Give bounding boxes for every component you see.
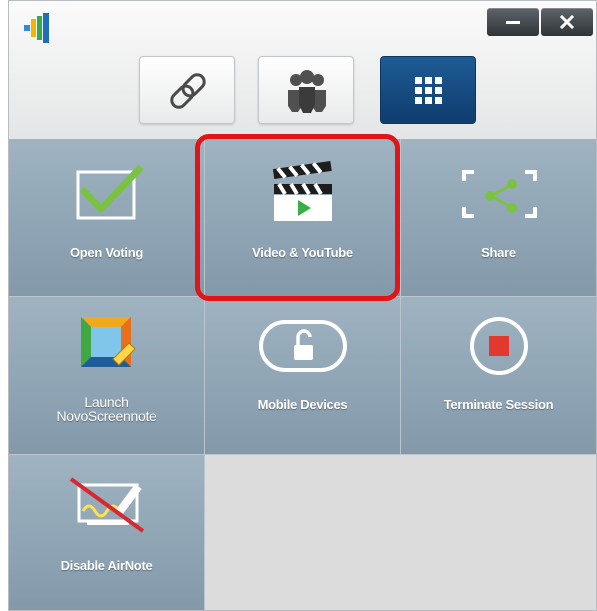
terminate-session-tile[interactable]: Terminate Session (401, 297, 596, 455)
mobile-devices-tile[interactable]: Mobile Devices (205, 297, 401, 455)
link-icon (170, 73, 206, 109)
link-mode-button[interactable] (139, 56, 235, 124)
users-group-icon (288, 70, 326, 113)
close-button[interactable] (541, 8, 593, 36)
tile-label: Video & YouTube (252, 245, 353, 260)
tile-label: Mobile Devices (257, 397, 348, 412)
minimize-icon (506, 21, 520, 24)
launch-screennote-tile[interactable]: Launch NovoScreennote (9, 297, 205, 455)
participants-mode-button[interactable] (258, 56, 354, 124)
open-voting-tile[interactable]: Open Voting (9, 139, 205, 297)
unlock-icon (259, 320, 347, 372)
close-icon (559, 14, 575, 30)
airnote-disabled-icon (69, 477, 145, 533)
minimize-button[interactable] (487, 8, 539, 36)
app-window: Open Voting Video & YouTube Share Launch… (8, 0, 597, 611)
share-tile[interactable]: Share (401, 139, 596, 297)
disable-airnote-tile[interactable]: Disable AirNote (9, 455, 205, 610)
novo-logo-icon (24, 13, 49, 43)
tile-label: Terminate Session (443, 397, 554, 412)
grid-icon (415, 77, 442, 104)
title-bar (9, 1, 596, 139)
video-youtube-tile[interactable]: Video & YouTube (205, 139, 401, 297)
tile-label: Disable AirNote (60, 558, 153, 573)
tile-label-line2: NovoScreennote (56, 408, 157, 424)
tile-label: Share (481, 245, 516, 260)
tile-label-line1: Launch (84, 394, 129, 410)
stop-icon (470, 317, 528, 375)
tile-label: Open Voting (69, 245, 143, 260)
share-icon (462, 170, 537, 218)
checkbox-icon (76, 164, 144, 220)
clapperboard-icon (272, 161, 332, 221)
screennote-icon (81, 317, 136, 367)
apps-mode-button[interactable] (380, 56, 476, 124)
feature-grid: Open Voting Video & YouTube Share Launch… (9, 139, 596, 610)
